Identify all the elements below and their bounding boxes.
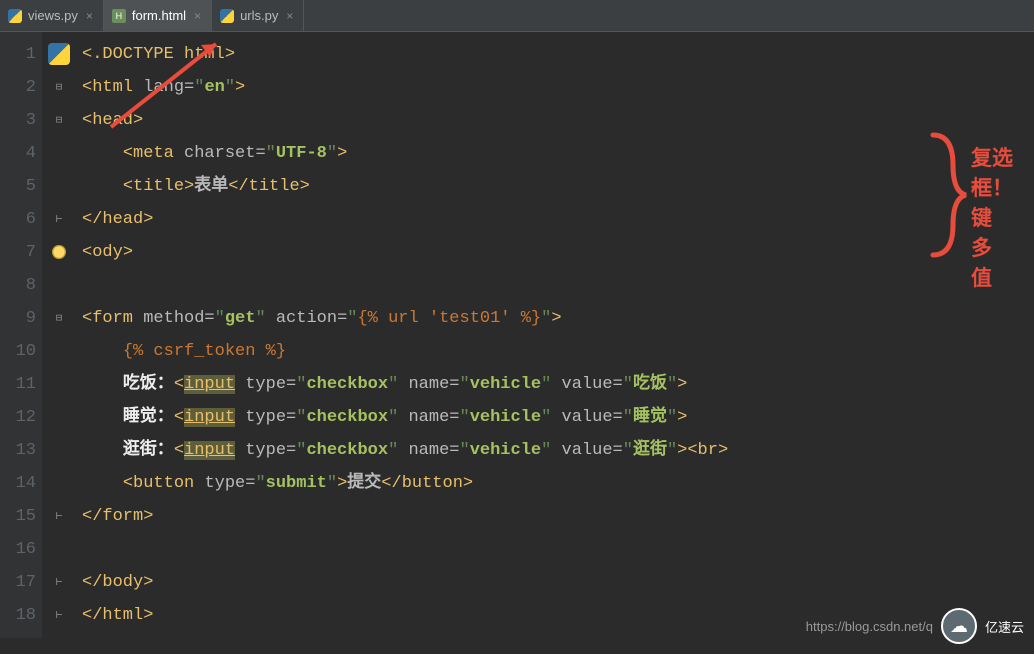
fold-icon[interactable]: ⊟ xyxy=(56,115,63,127)
fold-icon[interactable]: ⊟ xyxy=(56,313,63,325)
close-icon[interactable]: × xyxy=(192,9,203,23)
code-line: </head> xyxy=(82,203,728,236)
line-number: 15 xyxy=(10,500,36,533)
line-number: 18 xyxy=(10,599,36,632)
line-number: 9 xyxy=(10,302,36,335)
line-number: 2 xyxy=(10,71,36,104)
fold-end-icon: ⊢ xyxy=(56,577,63,589)
fold-icon[interactable]: ⊟ xyxy=(56,82,63,94)
python-icon xyxy=(8,9,22,23)
lightbulb-icon[interactable] xyxy=(52,245,66,259)
code-line: <meta charset="UTF-8"> xyxy=(82,137,728,170)
code-line: </body> xyxy=(82,566,728,599)
line-gutter: 1 2 3 4 5 6 7 8 9 10 11 12 13 14 15 16 1… xyxy=(0,32,42,638)
code-line: <title>表单</title> xyxy=(82,170,728,203)
line-number: 11 xyxy=(10,368,36,401)
line-number: 17 xyxy=(10,566,36,599)
fold-end-icon: ⊢ xyxy=(56,610,63,622)
fold-end-icon: ⊢ xyxy=(56,214,63,226)
arrow-annotation-icon xyxy=(101,39,231,139)
line-number: 1 xyxy=(10,38,36,71)
watermark-url: https://blog.csdn.net/q xyxy=(806,619,933,634)
python-glyph-icon xyxy=(48,43,70,65)
python-icon xyxy=(220,9,234,23)
code-line: <button type="submit">提交</button> xyxy=(82,467,728,500)
code-area[interactable]: <.DOCTYPE html> <html lang="en"> <head> … xyxy=(76,32,728,638)
cloud-icon: ☁ xyxy=(941,608,977,644)
close-icon[interactable]: × xyxy=(84,9,95,23)
editor-tabs: views.py × H form.html × urls.py × xyxy=(0,0,1034,32)
tab-label: form.html xyxy=(132,8,186,23)
tab-form-html[interactable]: H form.html × xyxy=(104,0,212,31)
line-number: 13 xyxy=(10,434,36,467)
code-line: 睡觉：<input type="checkbox" name="vehicle"… xyxy=(82,401,728,434)
line-number: 16 xyxy=(10,533,36,566)
line-number: 3 xyxy=(10,104,36,137)
code-line: <ody> xyxy=(82,236,728,269)
bracket-annotation-icon xyxy=(928,130,968,260)
line-number: 7 xyxy=(10,236,36,269)
close-icon[interactable]: × xyxy=(284,9,295,23)
line-number: 14 xyxy=(10,467,36,500)
line-number: 8 xyxy=(10,269,36,302)
code-line: 吃饭：<input type="checkbox" name="vehicle"… xyxy=(82,368,728,401)
code-line: 逛街：<input type="checkbox" name="vehicle"… xyxy=(82,434,728,467)
code-line xyxy=(82,533,728,566)
watermark-brand: 亿速云 xyxy=(985,617,1024,636)
code-editor[interactable]: 1 2 3 4 5 6 7 8 9 10 11 12 13 14 15 16 1… xyxy=(0,32,1034,638)
line-number: 10 xyxy=(10,335,36,368)
tab-views-py[interactable]: views.py × xyxy=(0,0,104,31)
fold-end-icon: ⊢ xyxy=(56,511,63,523)
line-number: 4 xyxy=(10,137,36,170)
tab-urls-py[interactable]: urls.py × xyxy=(212,0,304,31)
code-line: {% csrf_token %} xyxy=(82,335,728,368)
code-line xyxy=(82,269,728,302)
code-line: </form> xyxy=(82,500,728,533)
html-icon: H xyxy=(112,9,126,23)
annotation-text: 一键多值 xyxy=(971,172,992,292)
line-number: 12 xyxy=(10,401,36,434)
code-line: <form method="get" action="{% url 'test0… xyxy=(82,302,728,335)
code-line: </html> xyxy=(82,599,728,632)
fold-column: ⊟ ⊟ ⊢ ⊟ ⊢ ⊢ ⊢ xyxy=(42,32,76,638)
tab-label: urls.py xyxy=(240,8,278,23)
line-number: 5 xyxy=(10,170,36,203)
watermark: https://blog.csdn.net/q ☁ 亿速云 xyxy=(806,608,1024,644)
line-number: 6 xyxy=(10,203,36,236)
tab-label: views.py xyxy=(28,8,78,23)
